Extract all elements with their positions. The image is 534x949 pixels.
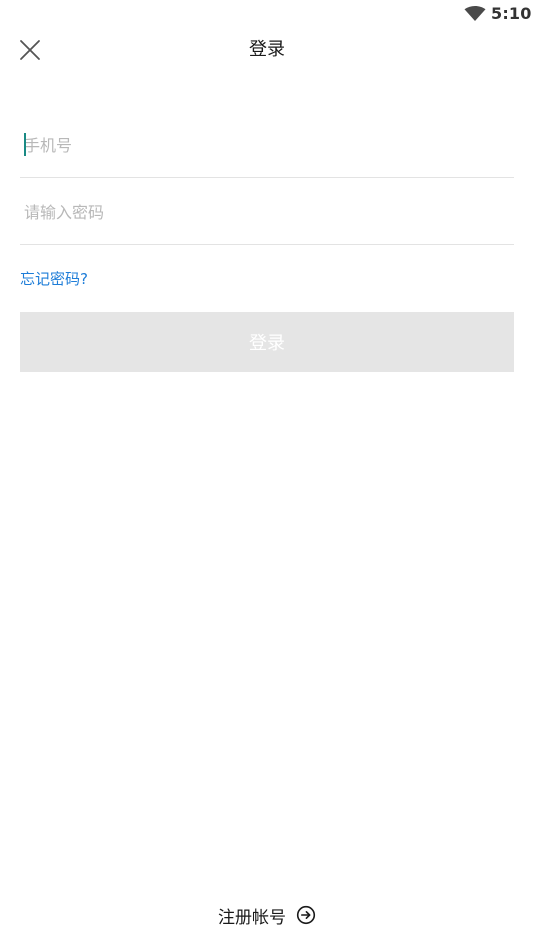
status-time: 5:10	[491, 4, 532, 23]
password-field[interactable]	[20, 178, 514, 245]
text-cursor	[24, 133, 26, 156]
status-bar: 5:10	[0, 0, 534, 28]
register-label: 注册帐号	[218, 907, 286, 928]
arrow-right-circle-icon	[296, 905, 316, 925]
login-button[interactable]: 登录	[20, 312, 514, 372]
login-screen: 5:10 登录 忘记密码? 登录 注册帐号	[0, 0, 534, 949]
forgot-password-link[interactable]: 忘记密码?	[20, 267, 88, 291]
page-title: 登录	[249, 39, 285, 60]
phone-input[interactable]	[24, 129, 504, 161]
register-account-link[interactable]: 注册帐号	[0, 902, 534, 928]
password-input[interactable]	[24, 196, 504, 228]
wifi-icon	[464, 6, 486, 21]
phone-field[interactable]	[20, 111, 514, 178]
